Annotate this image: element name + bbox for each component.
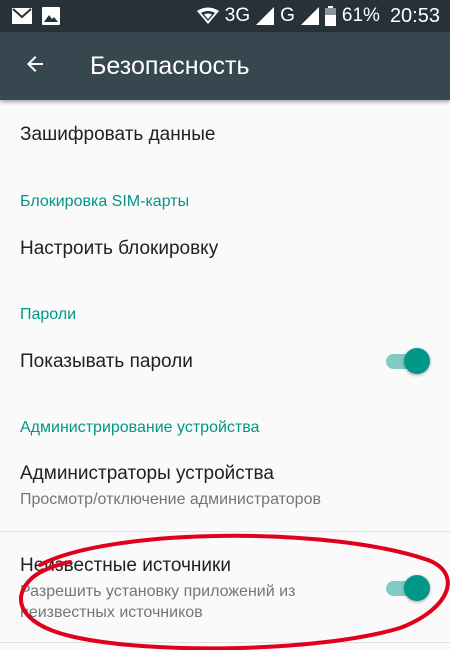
unknown-sources-item[interactable]: Неизвестные источники Разрешить установк… (0, 532, 450, 640)
toolbar: Безопасность (0, 32, 450, 100)
battery-percent: 61% (341, 5, 380, 26)
signal-icon (256, 7, 275, 25)
switch-thumb (404, 348, 430, 374)
status-bar: 3G G 61% 20:53 (0, 0, 450, 32)
mail-icon (12, 8, 32, 24)
show-passwords-item[interactable]: Показывать пароли (0, 328, 450, 398)
device-admin-category: Администрирование устройства (20, 419, 260, 436)
unknown-sources-summary-line2: неизвестных источников (20, 604, 203, 621)
unknown-sources-summary-line1: Разрешить установку приложений из (20, 583, 296, 600)
back-button[interactable] (0, 32, 70, 100)
passwords-category: Пароли (20, 306, 77, 323)
encrypt-data-item[interactable]: Зашифровать данные (0, 100, 450, 170)
divider (0, 642, 450, 643)
notification-icons (12, 7, 60, 25)
network-type-secondary: G (280, 5, 295, 26)
sim-lock-category: Блокировка SIM-карты (20, 193, 190, 210)
device-admins-summary: Просмотр/отключение администраторов (20, 491, 321, 508)
encrypt-data-title: Зашифровать данные (20, 124, 216, 145)
unknown-sources-switch[interactable] (386, 575, 430, 601)
battery-icon (324, 6, 336, 26)
sim-lock-setup-title: Настроить блокировку (20, 238, 219, 259)
signal-icon (300, 7, 319, 25)
switch-thumb (404, 575, 430, 601)
wifi-icon (196, 7, 219, 25)
clock: 20:53 (389, 4, 440, 27)
show-passwords-switch[interactable] (386, 348, 430, 374)
image-icon (42, 7, 60, 25)
device-admins-item[interactable]: Администраторы устройства Просмотр/отклю… (0, 445, 450, 530)
page-title: Безопасность (90, 51, 250, 80)
sim-lock-setup-item[interactable]: Настроить блокировку (0, 215, 450, 285)
network-type: 3G (224, 5, 251, 26)
device-admins-title: Администраторы устройства (20, 463, 274, 484)
system-icons: 3G G 61% 20:53 (196, 4, 440, 28)
show-passwords-title: Показывать пароли (20, 351, 193, 372)
arrow-back-icon (23, 52, 47, 81)
unknown-sources-title: Неизвестные источники (20, 555, 231, 576)
